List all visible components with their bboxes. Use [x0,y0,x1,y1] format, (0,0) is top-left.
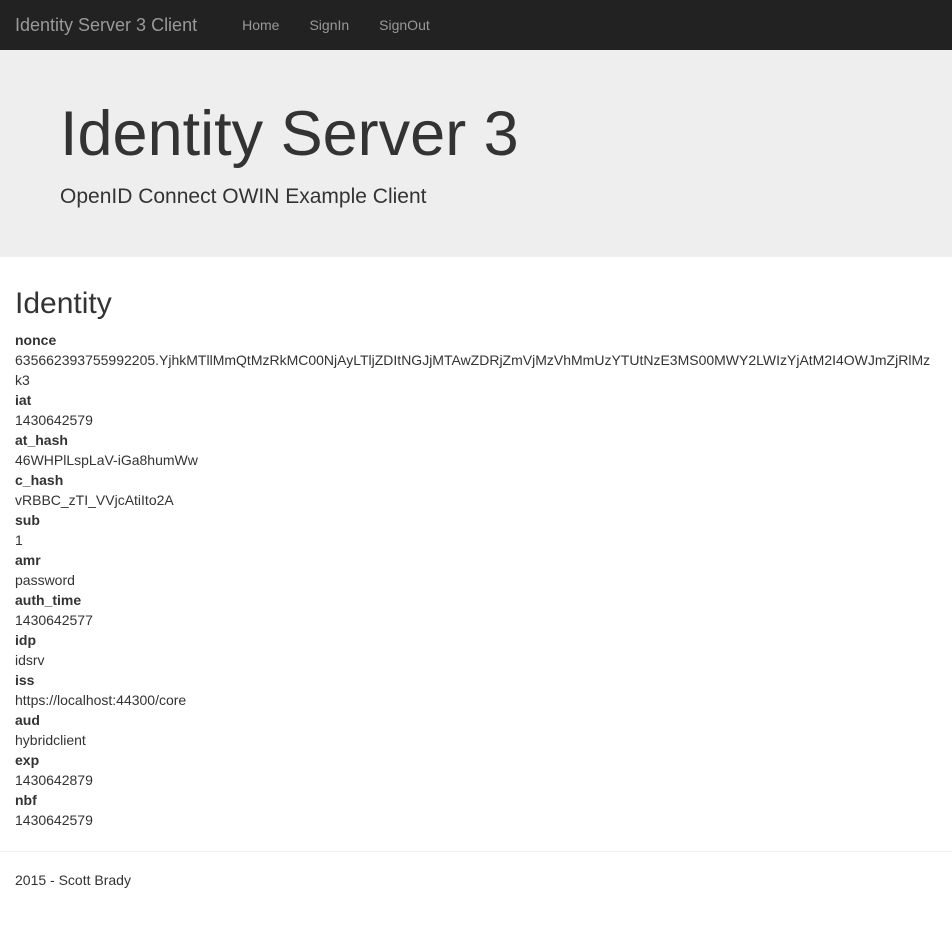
claim-key: at_hash [15,431,937,451]
claim-key: amr [15,551,937,571]
nav-link-signin[interactable]: SignIn [294,0,364,50]
claim-value: 635662393755992205.YjhkMTllMmQtMzRkMC00N… [15,351,937,391]
claim-value: 46WHPlLspLaV-iGa8humWw [15,451,937,471]
claim-key: nonce [15,331,937,351]
claim-key: aud [15,711,937,731]
main-content: Identity nonce635662393755992205.YjhkMTl… [0,287,952,831]
claim-value: idsrv [15,651,937,671]
claim-value: https://localhost:44300/core [15,691,937,711]
footer-text: 2015 - Scott Brady [15,872,937,888]
claim-key: iat [15,391,937,411]
claim-value: vRBBC_zTI_VVjcAtiIto2A [15,491,937,511]
claim-key: auth_time [15,591,937,611]
claim-key: iss [15,671,937,691]
claim-value: 1430642579 [15,411,937,431]
navbar-brand[interactable]: Identity Server 3 Client [15,0,212,50]
claim-key: nbf [15,791,937,811]
claim-value: 1430642879 [15,771,937,791]
navbar-nav: Home SignIn SignOut [227,0,445,50]
claim-value: hybridclient [15,731,937,751]
claim-key: c_hash [15,471,937,491]
page-subtitle: OpenID Connect OWIN Example Client [60,185,892,209]
identity-heading: Identity [15,287,937,321]
claims-list: nonce635662393755992205.YjhkMTllMmQtMzRk… [15,331,937,831]
nav-link-signout[interactable]: SignOut [364,0,445,50]
claim-key: sub [15,511,937,531]
claim-value: password [15,571,937,591]
nav-link-home[interactable]: Home [227,0,294,50]
claim-key: exp [15,751,937,771]
footer: 2015 - Scott Brady [0,872,952,908]
jumbotron: Identity Server 3 OpenID Connect OWIN Ex… [0,50,952,257]
claim-value: 1 [15,531,937,551]
claim-value: 1430642577 [15,611,937,631]
claim-value: 1430642579 [15,811,937,831]
page-title: Identity Server 3 [60,98,892,170]
divider [0,851,952,852]
claim-key: idp [15,631,937,651]
navbar: Identity Server 3 Client Home SignIn Sig… [0,0,952,50]
